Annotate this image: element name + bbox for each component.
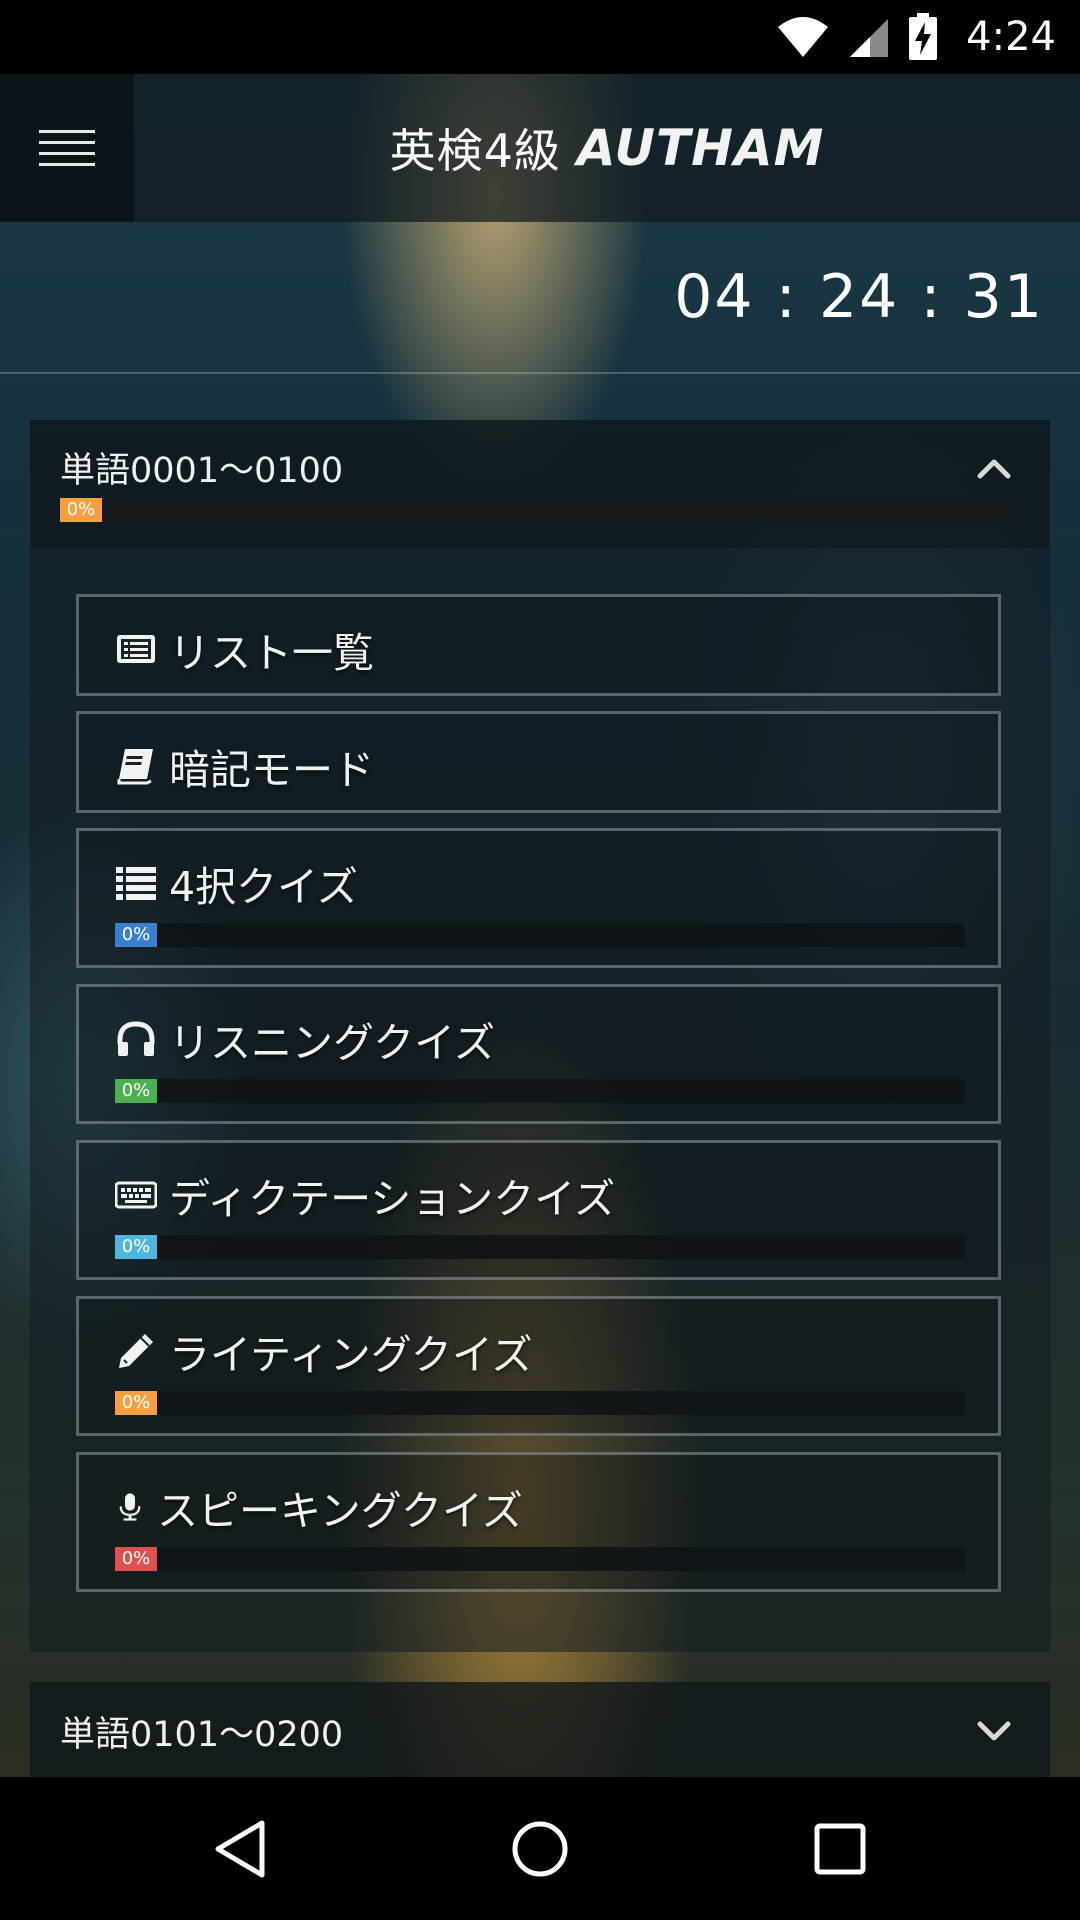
- list-icon: [117, 635, 155, 663]
- four-choice-quiz-button[interactable]: 4択クイズ 0%: [76, 828, 1001, 968]
- item-label: 4択クイズ: [169, 863, 358, 911]
- home-icon: [512, 1821, 568, 1876]
- quiz-progress-bar: 0%: [115, 1547, 965, 1571]
- menu-button[interactable]: [0, 74, 134, 222]
- brand-logo: AUTHAM: [576, 119, 825, 177]
- headphones-icon: [117, 1021, 155, 1056]
- dictation-quiz-button[interactable]: ディクテーションクイズ 0%: [76, 1140, 1001, 1280]
- item-label: リスト一覧: [169, 629, 374, 677]
- section-progress-bar: 0%: [60, 498, 1020, 522]
- list-view-button[interactable]: リスト一覧: [76, 594, 1001, 696]
- wifi-icon: [778, 17, 829, 57]
- section-title: 単語0001～0100: [60, 451, 344, 491]
- item-label: リスニングクイズ: [169, 1019, 495, 1067]
- back-icon: [215, 1820, 265, 1877]
- app-title: 英検4級 AUTHAM: [134, 74, 1080, 222]
- back-button[interactable]: [160, 1777, 320, 1920]
- listening-quiz-button[interactable]: リスニングクイズ 0%: [76, 984, 1001, 1124]
- section-title: 単語0101～0200: [60, 1715, 344, 1755]
- home-button[interactable]: [460, 1777, 620, 1920]
- progress-chip: 0%: [60, 498, 102, 522]
- writing-quiz-button[interactable]: ライティングクイズ 0%: [76, 1296, 1001, 1436]
- status-bar: 4:24: [0, 0, 1080, 74]
- quiz-progress-bar: 0%: [115, 1079, 965, 1103]
- clock-display: 04 : 24 : 31: [674, 262, 1044, 332]
- section-header-0001-0100[interactable]: 単語0001～0100 0%: [30, 420, 1050, 548]
- progress-chip: 0%: [115, 1235, 157, 1259]
- keyboard-icon: [115, 1181, 157, 1209]
- recents-icon: [814, 1823, 866, 1874]
- navigation-bar: [0, 1777, 1080, 1920]
- clock-row: 04 : 24 : 31: [0, 222, 1080, 374]
- memorize-mode-button[interactable]: 暗記モード: [76, 711, 1001, 813]
- pencil-icon: [119, 1334, 153, 1368]
- item-label: 暗記モード: [169, 746, 374, 794]
- progress-chip: 0%: [115, 1547, 157, 1571]
- battery-charging-icon: [909, 13, 938, 60]
- speaking-quiz-button[interactable]: スピーキングクイズ 0%: [76, 1452, 1001, 1592]
- quiz-progress-bar: 0%: [115, 1391, 965, 1415]
- quiz-progress-bar: 0%: [115, 1235, 965, 1259]
- quiz-progress-bar: 0%: [115, 923, 965, 947]
- item-label: スピーキングクイズ: [157, 1487, 523, 1535]
- section-header-0101-0200[interactable]: 単語0101～0200: [30, 1682, 1050, 1777]
- title-text: 英検4級: [389, 124, 561, 178]
- progress-chip: 0%: [115, 1079, 157, 1103]
- microphone-icon: [119, 1493, 141, 1521]
- section-body: リスト一覧 暗記モード 4択クイズ 0% リスニングクイズ 0% ディクテーショ…: [30, 548, 1050, 1652]
- app-bar: 英検4級 AUTHAM: [0, 74, 1080, 222]
- recents-button[interactable]: [760, 1777, 920, 1920]
- item-label: ディクテーションクイズ: [169, 1175, 616, 1223]
- progress-chip: 0%: [115, 923, 157, 947]
- book-icon: [117, 749, 153, 785]
- status-time: 4:24: [966, 14, 1056, 60]
- cell-signal-icon: [850, 19, 889, 57]
- app-screen: 4:24 英検4級 AUTHAM 04 : 24 : 31 単語0001～010…: [0, 0, 1080, 1920]
- item-label: ライティングクイズ: [169, 1331, 533, 1379]
- chevron-up-icon: [977, 459, 1011, 479]
- hamburger-menu-icon: [39, 130, 95, 166]
- list-bullets-icon: [116, 867, 156, 900]
- chevron-down-icon: [977, 1721, 1011, 1741]
- progress-chip: 0%: [115, 1391, 157, 1415]
- status-icons: 4:24: [776, 0, 1056, 74]
